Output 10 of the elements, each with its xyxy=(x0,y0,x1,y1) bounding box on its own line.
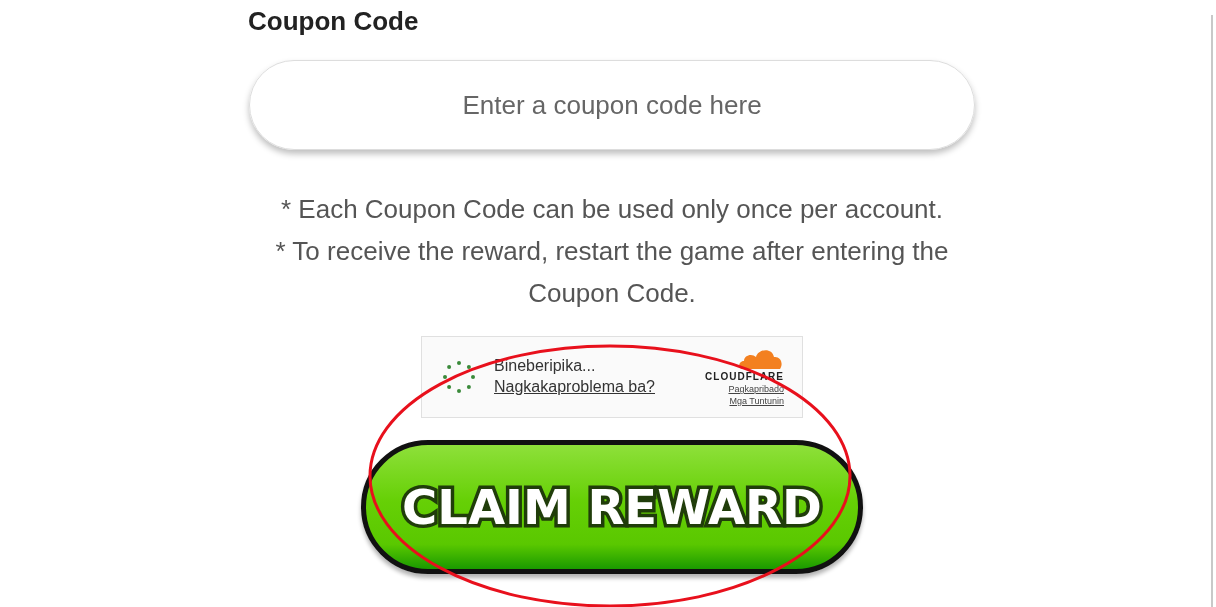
coupon-field[interactable]: Enter a coupon code here xyxy=(249,60,975,150)
note-text: * To receive the reward, restart the game after entering the Coupon Code. xyxy=(274,235,950,310)
cloud-icon xyxy=(738,347,784,371)
status-text: Bineberipika... xyxy=(494,356,597,376)
footer-link[interactable]: Pagkapribado xyxy=(728,383,784,395)
note-text: * Each Coupon Code can be used only once per account. xyxy=(280,193,944,226)
spinner-icon xyxy=(442,360,476,394)
footer-link[interactable]: Mga Tuntunin xyxy=(729,395,784,407)
section-title: Coupon Code xyxy=(248,5,419,38)
help-link[interactable]: Nagkakaproblema ba? xyxy=(494,376,655,398)
